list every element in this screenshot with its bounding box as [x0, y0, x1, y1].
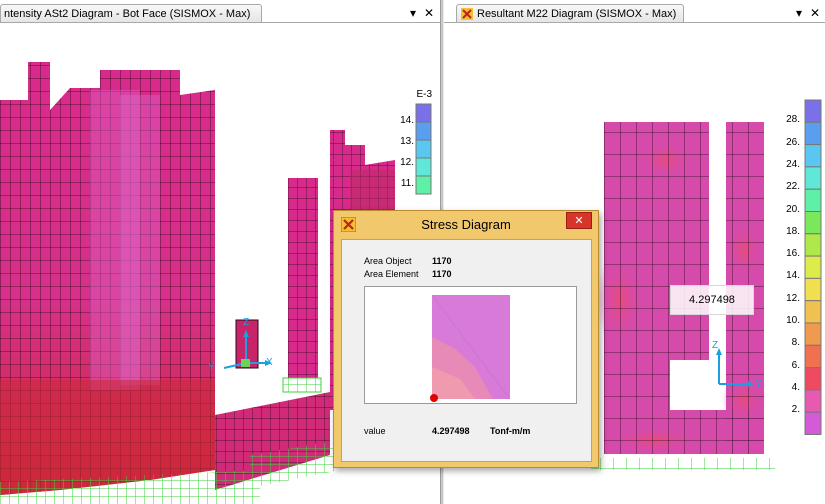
- left-color-legend: [415, 103, 432, 195]
- right-legend-label: 26.: [786, 136, 800, 148]
- legend-swatch: [804, 367, 822, 391]
- legend-swatch: [804, 255, 822, 279]
- legend-swatch: [804, 322, 822, 346]
- legend-swatch: [804, 389, 822, 413]
- stress-element-plot: [430, 294, 511, 402]
- right-legend-label: 2.: [791, 404, 800, 416]
- dialog-close-button[interactable]: ✕: [566, 212, 592, 229]
- legend-swatch: [804, 277, 822, 302]
- area-element-value: 1170: [432, 269, 452, 279]
- right-tab-title: Resultant M22 Diagram (SISMOX - Max): [477, 8, 677, 20]
- dialog-body: Area Object 1170 Area Element 1170 value…: [341, 239, 592, 462]
- value-tooltip: 4.297498: [670, 285, 754, 315]
- right-window-close-icon[interactable]: ✕: [810, 6, 820, 20]
- left-tab-title: ntensity ASt2 Diagram - Bot Face (SISMOX…: [4, 8, 251, 20]
- right-legend-label: 24.: [786, 158, 800, 170]
- value-label: value: [364, 426, 386, 436]
- left-legend-label: 11.: [400, 178, 414, 189]
- left-legend-label: 12.: [400, 157, 414, 168]
- right-legend-label: 12.: [786, 292, 800, 304]
- legend-swatch: [804, 344, 822, 369]
- stress-diagram-dialog[interactable]: Stress Diagram ✕ Area Object 1170 Area E…: [333, 210, 599, 468]
- value-readout: 4.297498: [432, 426, 470, 436]
- right-legend-label: 28.: [786, 114, 800, 126]
- left-tab-divider: [0, 22, 440, 23]
- left-legend-header: E-3: [416, 89, 432, 100]
- right-tab-divider: [444, 22, 825, 23]
- right-window-dropdown-icon[interactable]: ▾: [796, 6, 802, 20]
- legend-swatch: [804, 166, 822, 190]
- y-axis-label: Y: [208, 362, 215, 373]
- right-legend-label: 18.: [786, 225, 800, 237]
- right-legend-label: 10.: [786, 315, 800, 326]
- right-legend-label: 6.: [791, 359, 800, 371]
- right-legend-label: 16.: [786, 248, 800, 260]
- legend-swatch: [804, 188, 822, 212]
- right-color-legend: [804, 99, 822, 436]
- left-legend-label: 13.: [400, 136, 414, 147]
- left-window-close-icon[interactable]: ✕: [424, 6, 434, 20]
- right-legend-label: 20.: [786, 203, 800, 215]
- dialog-title: Stress Diagram: [421, 217, 511, 232]
- legend-swatch: [804, 121, 822, 146]
- left-window-dropdown-icon[interactable]: ▾: [410, 6, 416, 20]
- right-legend-label: 22.: [786, 181, 800, 193]
- left-window-tab[interactable]: ntensity ASt2 Diagram - Bot Face (SISMOX…: [0, 4, 262, 23]
- right-legend-label: 4.: [791, 381, 800, 393]
- right-window-tab[interactable]: Resultant M22 Diagram (SISMOX - Max): [456, 4, 684, 23]
- right-legend-label: 8.: [791, 337, 800, 349]
- x-axis-label: X: [266, 357, 273, 368]
- legend-swatch: [804, 144, 822, 168]
- legend-swatch: [804, 99, 822, 123]
- left-legend-label: 14.: [400, 115, 414, 126]
- right-z-axis-label: Z: [712, 340, 719, 351]
- right-y-axis-label: Y: [755, 379, 762, 390]
- area-object-label: Area Object: [364, 256, 412, 266]
- area-element-label: Area Element: [364, 269, 419, 279]
- right-legend-label: 14.: [786, 270, 800, 282]
- stress-plot-area: [364, 286, 577, 404]
- legend-swatch: [804, 233, 822, 257]
- legend-swatch: [804, 411, 822, 436]
- legend-swatch: [804, 211, 822, 235]
- diagram-icon: [461, 8, 473, 20]
- legend-swatch: [804, 300, 822, 324]
- z-axis-label: Z: [243, 317, 250, 328]
- area-object-value: 1170: [432, 256, 452, 266]
- value-units: Tonf-m/m: [490, 426, 531, 436]
